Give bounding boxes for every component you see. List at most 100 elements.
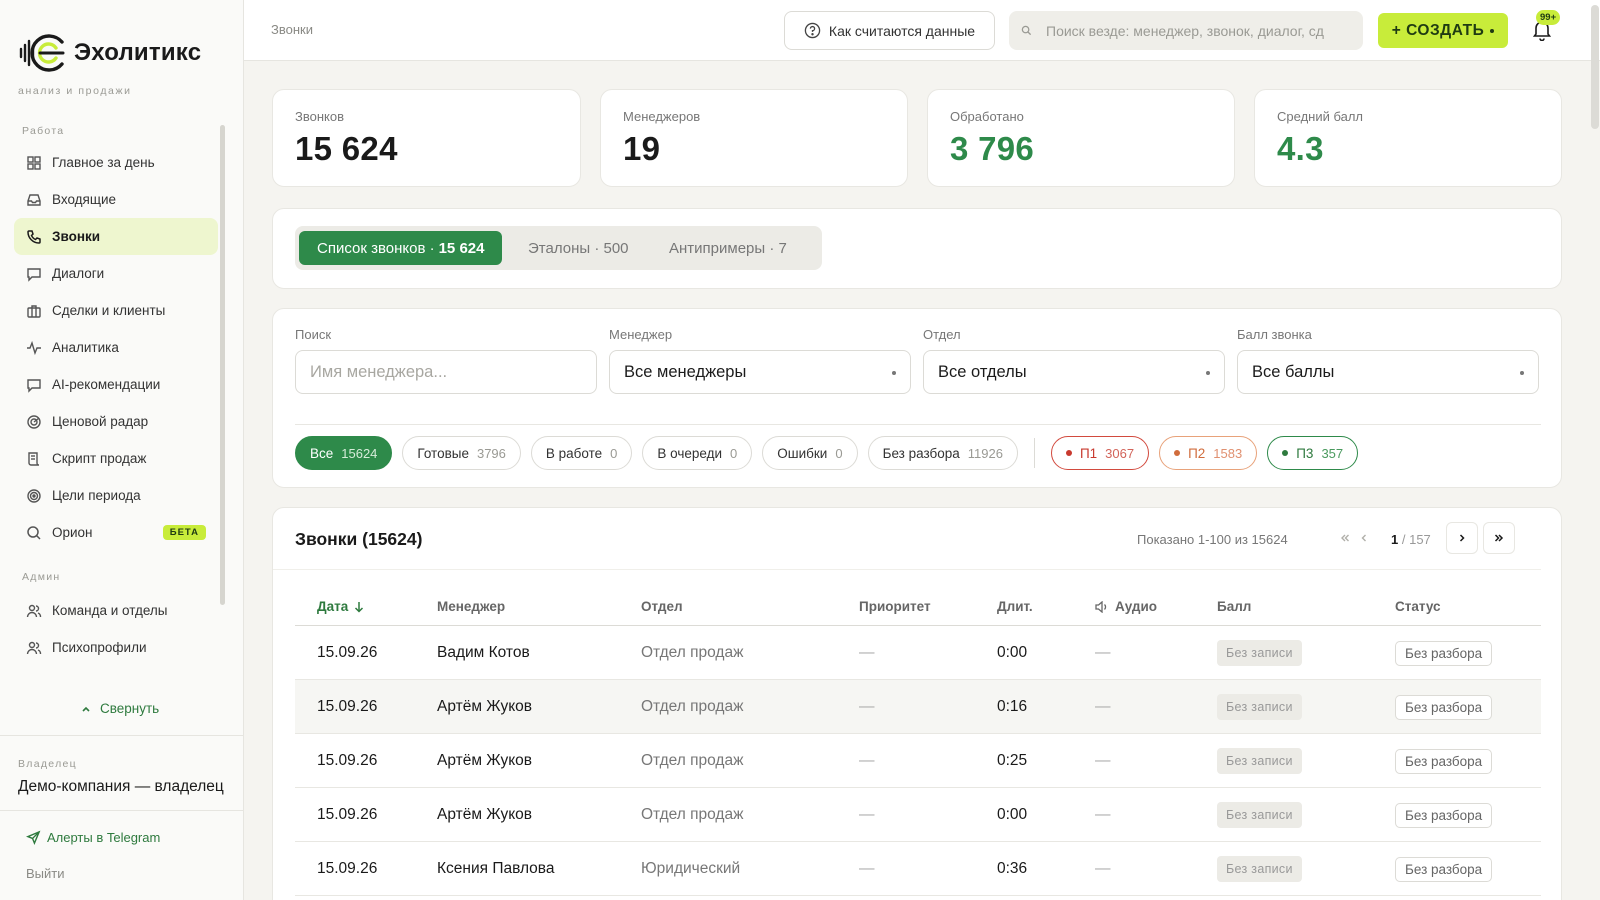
- sidebar-item-period-goals[interactable]: Цели периода: [14, 477, 218, 514]
- status-badge[interactable]: Без разбора: [1395, 802, 1493, 828]
- cell-audio: —: [1095, 860, 1111, 877]
- chip-priority-2[interactable]: П2 1583: [1159, 436, 1258, 470]
- column-header-priority[interactable]: Приоритет: [859, 599, 931, 614]
- chip-all[interactable]: Все 15624: [295, 436, 393, 470]
- sidebar-item-dashboard[interactable]: Главное за день: [14, 144, 218, 181]
- chevron-down-icon: [1490, 28, 1495, 33]
- owner-label: Владелец: [18, 758, 77, 770]
- sidebar-item-calls[interactable]: Звонки: [14, 218, 218, 255]
- briefcase-icon: [27, 304, 41, 318]
- score-badge: Без записи: [1217, 640, 1302, 666]
- chevron-right-icon: [1459, 534, 1465, 542]
- next-page-button[interactable]: [1446, 522, 1478, 554]
- status-badge[interactable]: Без разбора: [1395, 694, 1493, 720]
- manager-search-input[interactable]: Имя менеджера...: [295, 350, 597, 394]
- sidebar-item-label: Диалоги: [52, 266, 105, 281]
- chip-unreviewed[interactable]: Без разбора 11926: [867, 436, 1018, 470]
- global-search-input[interactable]: Поиск везде: менеджер, звонок, диалог, с…: [1009, 11, 1363, 50]
- dot-icon: [1282, 450, 1289, 456]
- chip-in-progress[interactable]: В работе 0: [530, 436, 633, 470]
- cell-priority: —: [859, 860, 875, 877]
- cell-audio: —: [1095, 698, 1111, 715]
- search-icon: [1021, 25, 1032, 36]
- cell-audio: —: [1095, 806, 1111, 823]
- sidebar-item-price-radar[interactable]: Ценовой радар: [14, 403, 218, 440]
- sidebar-item-orion[interactable]: Орион БЕТА: [14, 514, 218, 551]
- owner-name[interactable]: Демо-компания — владелец: [18, 778, 224, 796]
- collapse-button[interactable]: Свернуть: [80, 701, 159, 716]
- sidebar-item-analytics[interactable]: Аналитика: [14, 329, 218, 366]
- stat-value: 15 624: [295, 130, 398, 167]
- chip-label: В работе: [545, 445, 603, 461]
- inbox-icon: [27, 193, 41, 206]
- table-row[interactable]: 15.09.26 Ксения Павлова Юридический — 0:…: [295, 842, 1541, 896]
- sidebar-item-label: Сделки и клиенты: [52, 303, 166, 318]
- stat-card-managers: Менеджеров 19: [600, 89, 908, 187]
- chip-errors[interactable]: Ошибки 0: [762, 436, 858, 470]
- chip-label: Без разбора: [882, 445, 960, 461]
- status-badge[interactable]: Без разбора: [1395, 748, 1493, 774]
- cell-date: 15.09.26: [317, 698, 378, 715]
- sidebar-scrollbar[interactable]: [220, 125, 225, 605]
- status-badge[interactable]: Без разбора: [1395, 856, 1493, 882]
- create-button[interactable]: + СОЗДАТЬ: [1378, 13, 1508, 48]
- cell-priority: —: [859, 644, 875, 661]
- breadcrumb: Звонки: [271, 22, 313, 37]
- column-header-date[interactable]: Дата: [317, 599, 364, 614]
- table-row[interactable]: 15.09.26 Артём Жуков Отдел продаж — 0:16…: [295, 680, 1541, 734]
- divider: [0, 735, 244, 736]
- chat-icon: [27, 378, 41, 393]
- cell-dept: Отдел продаж: [641, 698, 744, 715]
- tab-call-list[interactable]: Список звонков · 15 624: [299, 231, 503, 265]
- table-row[interactable]: 15.09.26 Артём Жуков Отдел продаж — 0:00…: [295, 788, 1541, 842]
- pulse-icon: [27, 340, 41, 355]
- column-label: Дата: [317, 599, 349, 614]
- score-select[interactable]: Все баллы: [1237, 350, 1539, 394]
- sidebar-item-psychoprofiles[interactable]: Психопрофили: [14, 629, 218, 666]
- column-header-dept[interactable]: Отдел: [641, 599, 683, 614]
- logout-link[interactable]: Выйти: [26, 866, 65, 881]
- column-header-score[interactable]: Балл: [1217, 599, 1251, 614]
- sidebar-item-team[interactable]: Команда и отделы: [14, 592, 218, 629]
- how-data-counted-button[interactable]: Как считаются данные: [784, 11, 995, 50]
- sidebar-item-deals[interactable]: Сделки и клиенты: [14, 292, 218, 329]
- dept-select[interactable]: Все отделы: [923, 350, 1225, 394]
- section-admin-label: Админ: [22, 571, 61, 583]
- table-row[interactable]: 15.09.26 Артём Жуков Отдел продаж — 0:25…: [295, 734, 1541, 788]
- sort-down-icon: [355, 601, 364, 613]
- chip-priority-1[interactable]: П1 3067: [1050, 436, 1150, 470]
- page-scrollbar[interactable]: [1590, 0, 1600, 900]
- sidebar-item-label: Команда и отделы: [52, 603, 168, 618]
- chevron-down-icon: [1520, 371, 1524, 375]
- chip-priority-3[interactable]: П3 357: [1267, 436, 1359, 470]
- cell-manager: Ксения Павлова: [437, 860, 555, 877]
- manager-select[interactable]: Все менеджеры: [609, 350, 911, 394]
- column-header-manager[interactable]: Менеджер: [437, 599, 505, 614]
- sidebar-item-sales-script[interactable]: Скрипт продаж: [14, 440, 218, 477]
- dept-filter-label: Отдел: [923, 327, 961, 342]
- last-page-button[interactable]: [1483, 522, 1515, 554]
- sidebar-item-inbox[interactable]: Входящие: [14, 181, 218, 218]
- chip-ready[interactable]: Готовые 3796: [402, 436, 521, 470]
- cell-duration: 0:00: [997, 644, 1028, 661]
- table-row[interactable]: 15.09.26 Вадим Котов Отдел продаж — 0:00…: [295, 626, 1541, 680]
- sidebar-item-ai-recommendations[interactable]: AI-рекомендации: [14, 366, 218, 403]
- column-header-status[interactable]: Статус: [1395, 599, 1441, 614]
- score-badge: Без записи: [1217, 748, 1302, 774]
- cell-dept: Отдел продаж: [641, 806, 744, 823]
- status-badge[interactable]: Без разбора: [1395, 640, 1493, 666]
- chip-queued[interactable]: В очереди 0: [642, 436, 753, 470]
- status-chips: Все 15624 Готовые 3796 В работе 0 В очереди…: [295, 436, 1359, 470]
- speaker-icon: [1095, 600, 1107, 613]
- search-icon: [27, 525, 41, 540]
- tab-antiexamples[interactable]: Антипримеры · 7: [669, 231, 787, 265]
- cell-date: 15.09.26: [317, 644, 378, 661]
- logo[interactable]: Эхолитикс: [18, 28, 201, 78]
- chevron-left-icon: [1361, 534, 1366, 542]
- telegram-alerts-link[interactable]: Алерты в Telegram: [26, 830, 160, 845]
- column-header-duration[interactable]: Длит.: [997, 599, 1033, 614]
- tab-etalons[interactable]: Эталоны · 500: [528, 231, 629, 265]
- collapse-label: Свернуть: [100, 701, 160, 716]
- prev-page-button[interactable]: [1348, 522, 1380, 554]
- sidebar-item-dialogs[interactable]: Диалоги: [14, 255, 218, 292]
